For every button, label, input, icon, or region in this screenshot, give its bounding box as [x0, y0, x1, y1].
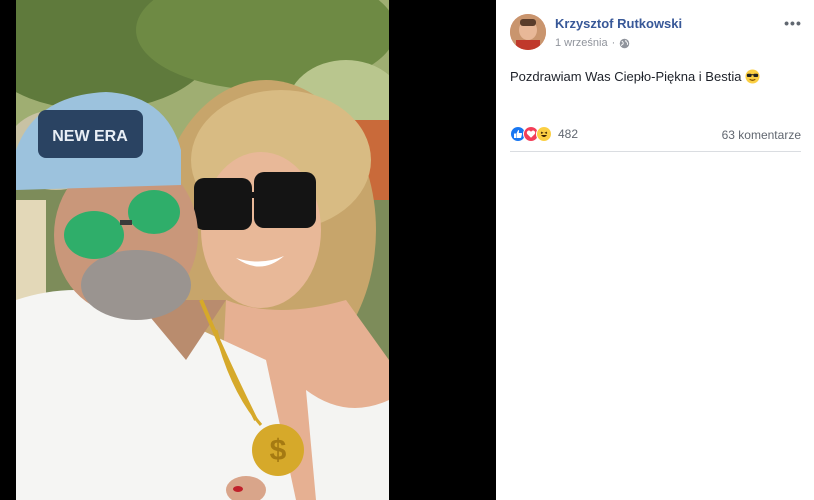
selfie-image: NEW ERA $: [16, 0, 389, 500]
meta-separator: ·: [611, 37, 616, 49]
divider: [510, 151, 801, 152]
globe-icon[interactable]: [619, 38, 630, 49]
photo-viewer: NEW ERA $: [0, 0, 496, 500]
post-panel: Krzysztof Rutkowski 1 września · ••• Poz…: [496, 0, 814, 500]
reaction-count: 482: [558, 127, 579, 141]
post-message: Pozdrawiam Was Ciepło-Piękna i Bestia: [510, 69, 760, 84]
more-options-icon: •••: [784, 15, 802, 31]
comments-count-link[interactable]: 63 komentarze: [722, 128, 801, 142]
post-meta: 1 września ·: [555, 37, 630, 49]
post-photo[interactable]: NEW ERA $: [16, 0, 389, 500]
post-date-link[interactable]: 1 września: [555, 37, 608, 49]
svg-text:$: $: [270, 434, 287, 467]
post-text: Pozdrawiam Was Ciepło-Piękna i Bestia: [510, 69, 742, 84]
cap-logo-text: NEW ERA: [52, 128, 128, 145]
post-options-button[interactable]: •••: [782, 14, 804, 32]
avatar[interactable]: [510, 14, 546, 50]
sunglasses-emoji-icon: [745, 69, 760, 84]
haha-icon: [536, 126, 552, 142]
author-name-link[interactable]: Krzysztof Rutkowski: [555, 16, 682, 31]
reactions-summary[interactable]: 482: [510, 125, 578, 143]
